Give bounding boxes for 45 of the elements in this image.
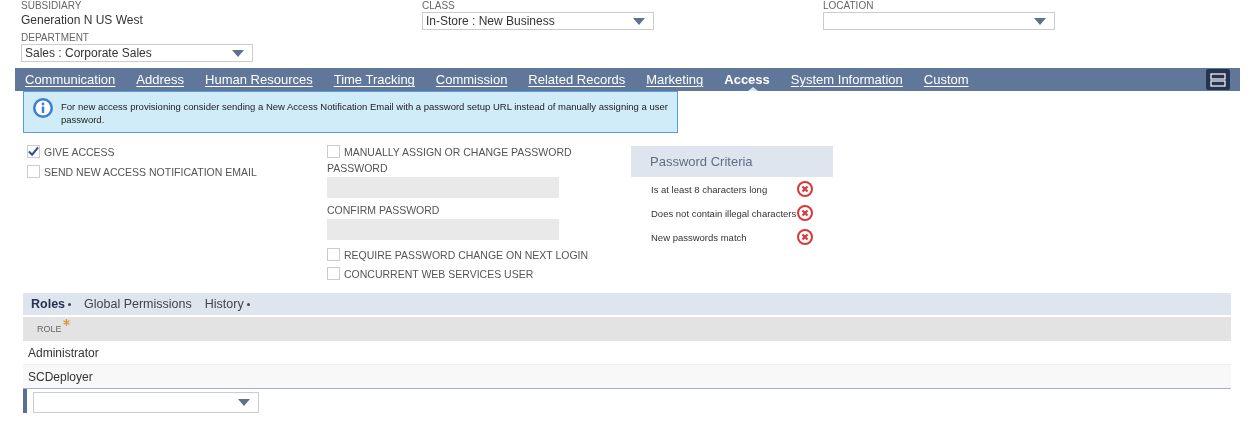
field-label: LOCATION xyxy=(823,0,875,11)
tab[interactable]: Human Resources xyxy=(205,68,324,91)
field-label: SUBSIDIARY xyxy=(21,0,83,11)
checkmark-icon xyxy=(28,146,39,157)
tab[interactable]: Marketing xyxy=(646,68,715,91)
checkbox[interactable] xyxy=(27,145,40,158)
info-icon xyxy=(32,97,54,119)
dropdown-field[interactable] xyxy=(33,392,259,413)
caret-icon xyxy=(633,17,645,25)
tab[interactable]: Commission xyxy=(435,68,519,91)
checkbox-label: CONCURRENT WEB SERVICES USER xyxy=(344,267,534,280)
subtab[interactable]: History xyxy=(196,293,255,315)
caret-icon xyxy=(232,49,244,57)
layout-toggle-button[interactable] xyxy=(1206,69,1230,90)
checkbox-label: SEND NEW ACCESS NOTIFICATION EMAIL xyxy=(44,165,257,178)
field-label: PASSWORD xyxy=(327,162,389,174)
caret-icon xyxy=(238,399,250,406)
tab[interactable]: System Information xyxy=(790,68,914,91)
criterion-text: Does not contain illegal characters xyxy=(651,207,797,219)
column-header: ROLE xyxy=(37,324,62,334)
subtab[interactable]: Roles xyxy=(23,293,77,315)
dropdown-field[interactable]: In-Store : New Business xyxy=(422,12,654,30)
caret-icon xyxy=(1034,17,1046,25)
tab[interactable]: Time Tracking xyxy=(333,68,426,91)
field-value: Generation N US West xyxy=(21,12,144,28)
tab[interactable]: Related Records xyxy=(528,68,637,91)
dropdown-field[interactable] xyxy=(823,12,1055,30)
tab[interactable]: Communication xyxy=(25,68,127,91)
tab[interactable]: Address xyxy=(136,68,196,91)
checkbox-label: MANUALLY ASSIGN OR CHANGE PASSWORD xyxy=(344,145,572,158)
criterion-text: New passwords match xyxy=(651,231,747,243)
rows-icon xyxy=(1210,72,1226,87)
panel-header: Password Criteria xyxy=(631,146,833,177)
info-message: For new access provisioning consider sending a New Access Notification Email with a password setup URL instead of manually assigning a user password. xyxy=(61,100,669,126)
tab[interactable]: Custom xyxy=(923,68,980,91)
criterion-text: Is at least 8 characters long xyxy=(651,183,768,195)
field-label: CONFIRM PASSWORD xyxy=(327,204,441,216)
field-label: DEPARTMENT xyxy=(21,32,90,43)
tab[interactable]: Access xyxy=(724,68,781,91)
checkbox-label: REQUIRE PASSWORD CHANGE ON NEXT LOGIN xyxy=(344,248,589,261)
checkbox-label: GIVE ACCESS xyxy=(44,145,115,158)
field-label: CLASS xyxy=(422,0,456,11)
table-row[interactable]: SCDeployer xyxy=(23,365,1231,389)
dropdown-field[interactable]: Sales : Corporate Sales xyxy=(21,44,253,62)
subtab[interactable]: Global Permissions xyxy=(76,293,197,315)
